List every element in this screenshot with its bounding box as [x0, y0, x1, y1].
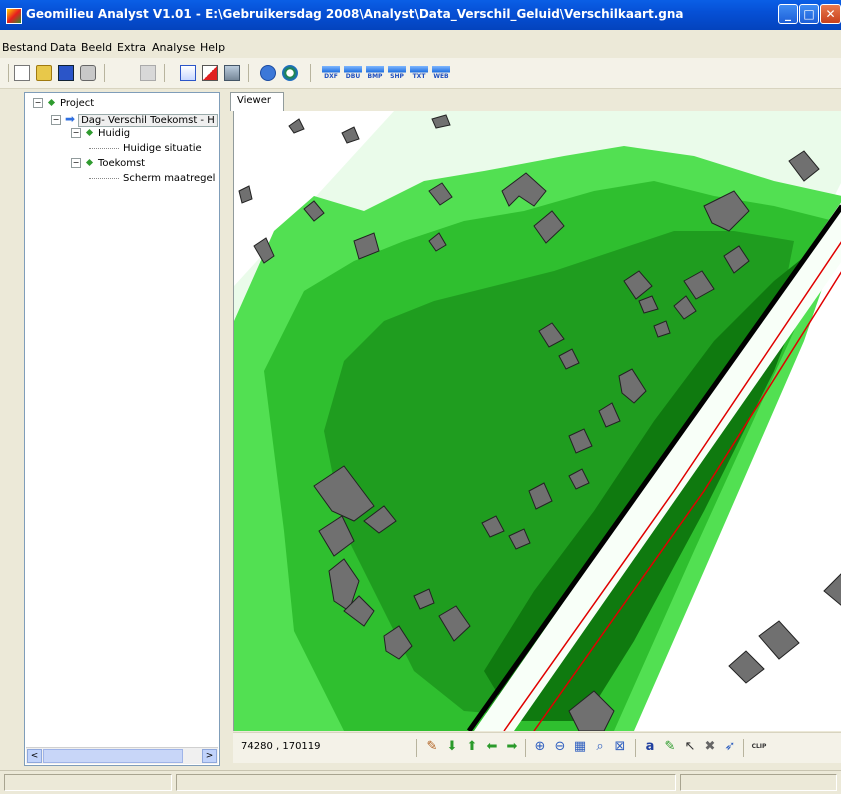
node-icon	[47, 98, 56, 107]
toolbar-separator	[104, 64, 105, 82]
coordinate-readout: 74280 , 170119	[241, 741, 321, 752]
info-icon[interactable]	[282, 65, 298, 81]
export-web-button[interactable]: WEB	[432, 66, 450, 80]
toolbar-separator	[248, 64, 249, 82]
tree-line	[89, 147, 119, 149]
toolbar-grip	[8, 64, 9, 82]
menu-bestand[interactable]: Bestand	[2, 41, 47, 54]
disabled-icon	[140, 65, 156, 81]
toolbar-grip	[416, 739, 417, 757]
status-pane	[680, 774, 837, 791]
title-bar[interactable]: Geomilieu Analyst V1.01 - E:\Gebruikersd…	[0, 0, 841, 30]
text-label-icon[interactable]: a	[643, 740, 657, 754]
arrow-down-icon[interactable]: ⬇	[445, 740, 459, 754]
zoom-in-icon[interactable]: ⊕	[533, 740, 547, 754]
export-txt-button[interactable]: TXT	[410, 66, 428, 80]
tree-label: Project	[60, 98, 95, 109]
export-shp-button[interactable]: SHP	[388, 66, 406, 80]
scroll-thumb[interactable]	[43, 749, 183, 763]
help-icon[interactable]	[260, 65, 276, 81]
export-dxf-button[interactable]: DXF	[322, 66, 340, 80]
zoom-out-icon[interactable]: ⊖	[553, 740, 567, 754]
status-bar	[0, 770, 841, 794]
tree-label: Huidige situatie	[123, 143, 202, 154]
node-icon	[85, 158, 94, 167]
tree-item-huidige-situatie[interactable]: Huidige situatie	[89, 142, 202, 156]
arrow-right-icon[interactable]: ➡	[505, 740, 519, 754]
toolbar-separator	[525, 739, 526, 757]
pointer-icon[interactable]: ↖	[683, 740, 697, 754]
map-viewer[interactable]	[233, 111, 841, 731]
tree-item-project[interactable]: − Project	[33, 97, 94, 111]
zoom-extent-icon[interactable]: ⊠	[613, 740, 627, 754]
menu-analyse[interactable]: Analyse	[152, 41, 195, 54]
toolbar-grip	[310, 64, 311, 82]
noise-contour-map[interactable]	[234, 111, 841, 731]
maximize-icon: □	[803, 7, 815, 21]
project-tree[interactable]: − Project − ➡ Dag- Verschil Toekomst - H − H…	[24, 92, 220, 766]
pencil-icon[interactable]: ✎	[663, 740, 677, 754]
toolbar-separator	[164, 64, 165, 82]
print-icon[interactable]	[80, 65, 96, 81]
tree-item-scherm-maatregel[interactable]: Scherm maatregel	[89, 172, 215, 186]
menu-extra[interactable]: Extra	[117, 41, 146, 54]
minimize-button[interactable]: _	[778, 4, 798, 24]
delete-icon[interactable]: ✖	[703, 740, 717, 754]
minimize-icon: _	[785, 7, 791, 21]
delete-layer-icon[interactable]	[202, 65, 218, 81]
close-button[interactable]: ✕	[820, 4, 841, 24]
tree-line	[89, 177, 119, 179]
menu-beeld[interactable]: Beeld	[81, 41, 112, 54]
arrow-right-icon: ➡	[65, 112, 76, 126]
collapse-icon[interactable]: −	[71, 128, 81, 138]
arrow-up-icon[interactable]: ⬆	[465, 740, 479, 754]
toolbar-separator	[743, 739, 744, 757]
toolbar-separator	[635, 739, 636, 757]
export-dbu-button[interactable]: DBU	[344, 66, 362, 80]
menu-data[interactable]: Data	[50, 41, 76, 54]
main-toolbar: DXF DBU BMP SHP TXT WEB	[0, 58, 841, 89]
save-icon[interactable]	[58, 65, 74, 81]
edit-layer-icon[interactable]	[224, 65, 240, 81]
window-title: Geomilieu Analyst V1.01 - E:\Gebruikersd…	[26, 7, 684, 21]
horizontal-scrollbar[interactable]: < >	[26, 747, 218, 764]
menu-help[interactable]: Help	[200, 41, 225, 54]
export-bmp-button[interactable]: BMP	[366, 66, 384, 80]
collapse-icon[interactable]: −	[33, 98, 43, 108]
node-icon	[85, 128, 94, 137]
tab-viewer[interactable]: Viewer	[230, 92, 284, 111]
tree-label: Toekomst	[98, 158, 146, 169]
open-icon[interactable]	[36, 65, 52, 81]
arrow-left-icon[interactable]: ⬅	[485, 740, 499, 754]
viewer-toolbar: 74280 , 170119 ✎ ⬇ ⬆ ⬅ ➡ ⊕ ⊖ ▦ ⌕ ⊠ a ✎ ↖…	[233, 732, 841, 763]
scroll-right-icon[interactable]: >	[202, 749, 217, 763]
tree-label: Scherm maatregel	[123, 173, 216, 184]
scroll-left-icon[interactable]: <	[27, 749, 42, 763]
zoom-window-icon[interactable]: ▦	[573, 740, 587, 754]
geomilieu-logo-icon[interactable]	[6, 8, 22, 24]
pan-icon[interactable]: ✎	[425, 740, 439, 754]
measure-icon[interactable]: ➶	[723, 740, 737, 754]
collapse-icon[interactable]: −	[71, 158, 81, 168]
collapse-icon[interactable]: −	[51, 115, 61, 125]
tree-item-calculation[interactable]: − ➡ Dag- Verschil Toekomst - H	[51, 112, 218, 127]
tree-item-toekomst[interactable]: − Toekomst	[71, 157, 145, 171]
clip-icon[interactable]: CLIP	[749, 740, 769, 754]
tree-item-huidig[interactable]: − Huidig	[71, 127, 130, 141]
status-pane	[176, 774, 676, 791]
zoom-select-icon[interactable]: ⌕	[593, 740, 607, 754]
layer-icon[interactable]	[180, 65, 196, 81]
new-icon[interactable]	[14, 65, 30, 81]
maximize-button[interactable]: □	[799, 4, 819, 24]
status-pane	[4, 774, 172, 791]
menu-bar: Bestand Data Beeld Extra Analyse Help	[0, 38, 841, 56]
close-icon: ✕	[825, 7, 836, 21]
tree-label: Dag- Verschil Toekomst - H	[78, 114, 218, 127]
tree-label: Huidig	[98, 128, 131, 139]
